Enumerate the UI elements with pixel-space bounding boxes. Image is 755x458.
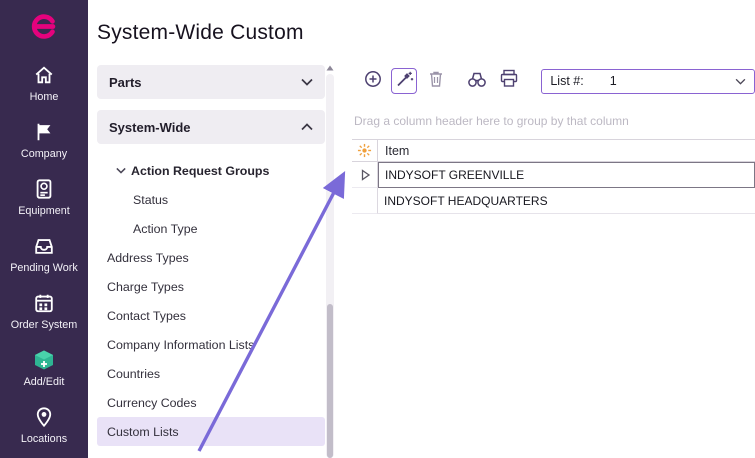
locations-icon (33, 405, 55, 429)
chevron-down-icon[interactable] (116, 167, 126, 174)
company-icon (33, 120, 55, 144)
category-panel: Parts System-Wide Action Request Groups S… (97, 62, 335, 458)
category-item-label: Status (133, 193, 168, 207)
grid-rows: INDYSOFT GREENVILLEINDYSOFT HEADQUARTERS (352, 162, 755, 214)
list-number-value: 1 (610, 74, 617, 88)
category-item-label: Currency Codes (107, 396, 197, 410)
column-header-item[interactable]: Item (378, 140, 755, 161)
sidebar-item-equipment[interactable]: Equipment (0, 168, 88, 225)
list-number-combo[interactable]: List #: 1 (541, 69, 755, 94)
section-label: Parts (109, 75, 142, 90)
item-cell[interactable]: INDYSOFT GREENVILLE (378, 162, 755, 188)
pending-work-icon (33, 234, 55, 258)
home-icon (33, 63, 55, 87)
row-indicator (352, 162, 378, 188)
sidebar-item-label: Add/Edit (24, 376, 65, 388)
delete-icon (427, 69, 445, 94)
edit-wand-button[interactable] (391, 68, 416, 94)
category-item-label: Company Information Lists (107, 338, 254, 352)
section-label: System-Wide (109, 120, 191, 135)
sidebar-item-locations[interactable]: Locations (0, 396, 88, 453)
category-list: Action Request Groups Status Action Type Ad… (97, 156, 325, 446)
sidebar-item-add-edit[interactable]: Add/Edit (0, 339, 88, 396)
chevron-down-icon (301, 78, 313, 86)
print-button[interactable] (496, 68, 521, 94)
sidebar-item-label: Order System (11, 319, 78, 331)
grid-header-row: Item (352, 139, 755, 162)
category-item-currency-codes[interactable]: Currency Codes (97, 388, 325, 417)
logo-e-icon (28, 11, 60, 43)
category-item-contact-types[interactable]: Contact Types (97, 301, 325, 330)
category-item-label: Action Request Groups (131, 164, 269, 178)
sidebar-item-label: Pending Work (10, 262, 78, 274)
category-item-status[interactable]: Status (97, 185, 325, 214)
category-item-label: Charge Types (107, 280, 184, 294)
scroll-up-button[interactable] (325, 62, 335, 74)
find-button[interactable] (464, 68, 489, 94)
sidebar-item-company[interactable]: Company (0, 111, 88, 168)
scrollbar-thumb[interactable] (327, 304, 333, 458)
category-item-company-information-lists[interactable]: Company Information Lists (97, 330, 325, 359)
indicator-column-header[interactable] (352, 140, 378, 161)
category-item-countries[interactable]: Countries (97, 359, 325, 388)
add-icon (363, 69, 383, 94)
category-item-charge-types[interactable]: Charge Types (97, 272, 325, 301)
row-indicator (352, 188, 378, 214)
category-item-address-types[interactable]: Address Types (97, 243, 325, 272)
sun-icon (357, 143, 372, 158)
item-cell[interactable]: INDYSOFT HEADQUARTERS (378, 188, 755, 214)
category-item-action-type[interactable]: Action Type (97, 214, 325, 243)
sidebar-item-label: Company (21, 148, 67, 160)
list-editor-panel: List #: 1 Drag a column header here to g… (352, 62, 755, 458)
indysoft-logo[interactable] (0, 0, 88, 54)
order-system-icon (33, 291, 55, 315)
printer-icon (499, 69, 519, 93)
sidebar-nav: Home Company Equipment Pending Work Order Sy… (0, 54, 88, 453)
scrollbar-track[interactable] (326, 74, 334, 458)
panel-scrollbar[interactable] (325, 62, 335, 458)
section-system-wide[interactable]: System-Wide (97, 110, 325, 144)
category-item-label: Contact Types (107, 309, 186, 323)
category-item-label: Address Types (107, 251, 189, 265)
items-grid: Item INDYSOFT GREENVILLEINDYSOFT HEADQUA… (352, 139, 755, 214)
wand-icon (394, 69, 414, 94)
category-item-label: Custom Lists (107, 425, 179, 439)
section-parts[interactable]: Parts (97, 65, 325, 99)
table-row[interactable]: INDYSOFT GREENVILLE (352, 162, 755, 188)
chevron-up-icon (301, 123, 313, 131)
sidebar-item-order-system[interactable]: Order System (0, 282, 88, 339)
scroll-up-icon (326, 65, 334, 71)
category-item-label: Countries (107, 367, 160, 381)
add-button[interactable] (360, 68, 385, 94)
chevron-down-icon[interactable] (735, 78, 746, 85)
sidebar-item-label: Home (30, 91, 59, 103)
delete-button[interactable] (423, 68, 448, 94)
sidebar-item-pending-work[interactable]: Pending Work (0, 225, 88, 282)
toolbar: List #: 1 (352, 62, 755, 100)
sidebar-item-home[interactable]: Home (0, 54, 88, 111)
equipment-icon (33, 177, 55, 201)
category-item-label: Action Type (133, 222, 198, 236)
binoculars-icon (467, 70, 487, 93)
category-item-action-request-groups[interactable]: Action Request Groups (97, 156, 325, 185)
add-edit-icon (32, 348, 56, 372)
sidebar: Home Company Equipment Pending Work Order Sy… (0, 0, 88, 458)
sidebar-item-label: Equipment (18, 205, 70, 217)
sidebar-item-label: Locations (21, 433, 67, 445)
list-number-label: List #: (550, 74, 583, 88)
page-title: System-Wide Custom (97, 21, 304, 45)
group-by-hint: Drag a column header here to group by th… (354, 114, 755, 128)
table-row[interactable]: INDYSOFT HEADQUARTERS (352, 188, 755, 214)
category-item-custom-lists[interactable]: Custom Lists (97, 417, 325, 446)
